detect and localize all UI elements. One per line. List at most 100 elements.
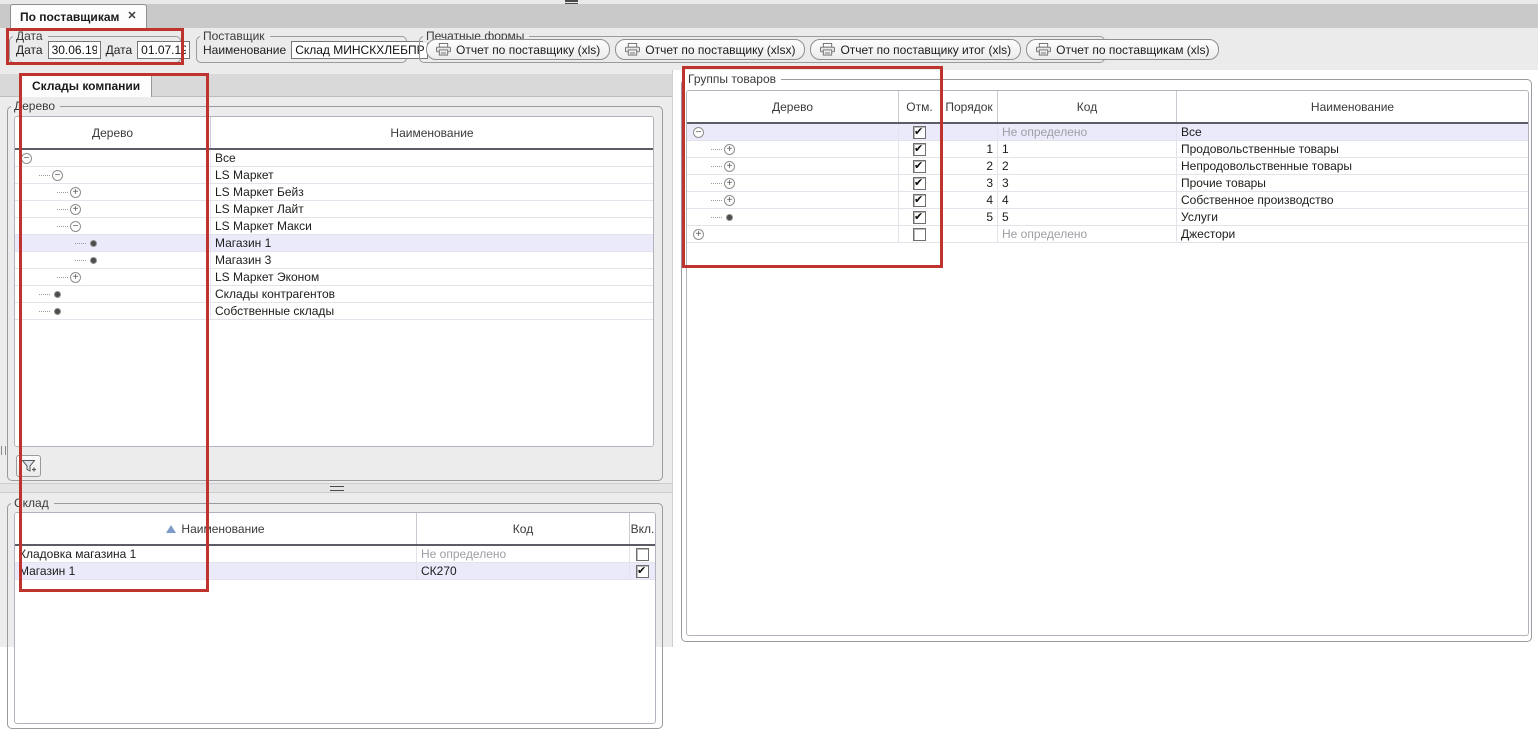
add-filter-button[interactable] — [16, 455, 41, 477]
goods-row-marked-cell — [899, 209, 941, 225]
column-header-goods-kod[interactable]: Код — [998, 91, 1177, 122]
printer-icon — [1036, 43, 1051, 56]
tab-sklady-kompanii[interactable]: Склады компании — [20, 74, 152, 97]
print-report-button-4[interactable]: Отчет по поставщикам (xls) — [1026, 39, 1219, 60]
tree-connector-line — [75, 260, 86, 261]
column-header-sklad-vkl[interactable]: Вкл. — [630, 513, 655, 544]
tree-cell — [15, 201, 211, 217]
tree-cell — [15, 286, 211, 302]
dot-icon — [90, 240, 97, 247]
date-from-input[interactable] — [48, 41, 101, 59]
tree-row[interactable]: LS Маркет — [15, 167, 653, 184]
tree-row[interactable]: Магазин 1 — [15, 235, 653, 252]
goods-row-order: 2 — [941, 158, 998, 174]
tab-po-postavshchikam[interactable]: По поставщикам ✕ — [10, 4, 147, 28]
goods-group-row[interactable]: 33Прочие товары — [687, 175, 1528, 192]
checkbox-checked[interactable] — [913, 126, 926, 139]
checkbox-checked[interactable] — [636, 565, 649, 578]
goods-row-name: Джестори — [1177, 226, 1528, 242]
checkbox-unchecked[interactable] — [913, 228, 926, 241]
column-header-sklad-naimenovanie[interactable]: Наименование — [15, 513, 417, 544]
tree-row[interactable]: LS Маркет Эконом — [15, 269, 653, 286]
splitter-grip-icon — [330, 486, 344, 491]
sklad-table-rows: Кладовка магазина 1Не определеноМагазин … — [15, 546, 655, 580]
goods-group-row[interactable]: 22Непродовольственные товары — [687, 158, 1528, 175]
tree-row[interactable]: Собственные склады — [15, 303, 653, 320]
minus-circle-icon[interactable] — [70, 221, 81, 232]
supplier-name-input[interactable] — [291, 41, 428, 59]
goods-row-order: 4 — [941, 192, 998, 208]
checkbox-checked[interactable] — [913, 177, 926, 190]
goods-groups-rows: Не определеноВсе11Продовольственные това… — [687, 124, 1528, 243]
plus-circle-icon[interactable] — [70, 272, 81, 283]
goods-group-row[interactable]: 55Услуги — [687, 209, 1528, 226]
column-header-goods-derevo[interactable]: Дерево — [687, 91, 899, 122]
goods-row-order: 3 — [941, 175, 998, 191]
plus-circle-icon[interactable] — [693, 229, 704, 240]
left-edge-splitter-grip[interactable] — [1, 446, 6, 455]
tree-group-title: Дерево — [11, 99, 60, 113]
minus-circle-icon[interactable] — [21, 153, 32, 164]
tree-connector-line — [39, 175, 50, 176]
column-header-goods-naimenovanie[interactable]: Наименование — [1177, 91, 1528, 122]
goods-groups-panel: Группы товаров Дерево Отм. Порядок Код Н… — [673, 70, 1538, 647]
supplier-groupbox: Поставщик Наименование — [196, 36, 407, 63]
print-report-button-3[interactable]: Отчет по поставщику итог (xls) — [810, 39, 1021, 60]
tree-connector-line — [57, 226, 68, 227]
tree-connector-line — [57, 192, 68, 193]
sklad-row-code: СК270 — [417, 563, 630, 579]
column-header-sklad-kod[interactable]: Код — [417, 513, 630, 544]
tree-row[interactable]: Склады контрагентов — [15, 286, 653, 303]
dot-icon — [90, 257, 97, 264]
dot-icon — [54, 291, 61, 298]
plus-circle-icon[interactable] — [724, 161, 735, 172]
sklad-row[interactable]: Магазин 1СК270 — [15, 563, 655, 580]
print-report-button-2[interactable]: Отчет по поставщику (xlsx) — [615, 39, 805, 60]
plus-circle-icon[interactable] — [724, 195, 735, 206]
tree-row[interactable]: LS Маркет Макси — [15, 218, 653, 235]
tree-row[interactable]: Все — [15, 150, 653, 167]
minus-circle-icon[interactable] — [693, 127, 704, 138]
tree-cell — [15, 184, 211, 200]
close-icon[interactable]: ✕ — [127, 11, 136, 22]
goods-group-row[interactable]: Не определеноВсе — [687, 124, 1528, 141]
column-header-derevo[interactable]: Дерево — [15, 117, 211, 148]
checkbox-checked[interactable] — [913, 160, 926, 173]
checkbox-unchecked[interactable] — [636, 548, 649, 561]
sklad-row[interactable]: Кладовка магазина 1Не определено — [15, 546, 655, 563]
sort-asc-icon — [166, 525, 176, 533]
goods-group-row[interactable]: Не определеноДжестори — [687, 226, 1528, 243]
tree-cell — [687, 192, 899, 208]
printer-icon — [436, 43, 451, 56]
goods-group-row[interactable]: 44Собственное производство — [687, 192, 1528, 209]
column-header-goods-poryadok[interactable]: Порядок — [941, 91, 998, 122]
plus-circle-icon[interactable] — [724, 178, 735, 189]
tree-row[interactable]: LS Маркет Бейз — [15, 184, 653, 201]
checkbox-checked[interactable] — [913, 211, 926, 224]
plus-circle-icon[interactable] — [70, 204, 81, 215]
printer-icon — [436, 43, 451, 56]
tree-row-name: Магазин 1 — [211, 235, 653, 251]
date-to-input[interactable] — [137, 41, 190, 59]
checkbox-checked[interactable] — [913, 143, 926, 156]
goods-row-code: 1 — [998, 141, 1177, 157]
checkbox-checked[interactable] — [913, 194, 926, 207]
goods-group-row[interactable]: 11Продовольственные товары — [687, 141, 1528, 158]
tree-row-name: LS Маркет — [211, 167, 653, 183]
column-header-naimenovanie[interactable]: Наименование — [211, 117, 653, 148]
tree-row[interactable]: Магазин 3 — [15, 252, 653, 269]
tree-cell — [15, 150, 211, 166]
goods-row-marked-cell — [899, 124, 941, 140]
plus-circle-icon[interactable] — [724, 144, 735, 155]
date-to-label: Дата — [106, 43, 133, 57]
minus-circle-icon[interactable] — [52, 170, 63, 181]
tree-row[interactable]: LS Маркет Лайт — [15, 201, 653, 218]
print-report-button-1[interactable]: Отчет по поставщику (xls) — [426, 39, 610, 60]
column-header-sklad-naimenovanie-label: Наименование — [181, 522, 264, 536]
tree-connector-line — [711, 217, 722, 218]
tree-connector-line — [39, 294, 50, 295]
horizontal-splitter[interactable] — [0, 483, 672, 493]
plus-circle-icon[interactable] — [70, 187, 81, 198]
tree-row-name: LS Маркет Бейз — [211, 184, 653, 200]
column-header-goods-otm[interactable]: Отм. — [899, 91, 941, 122]
